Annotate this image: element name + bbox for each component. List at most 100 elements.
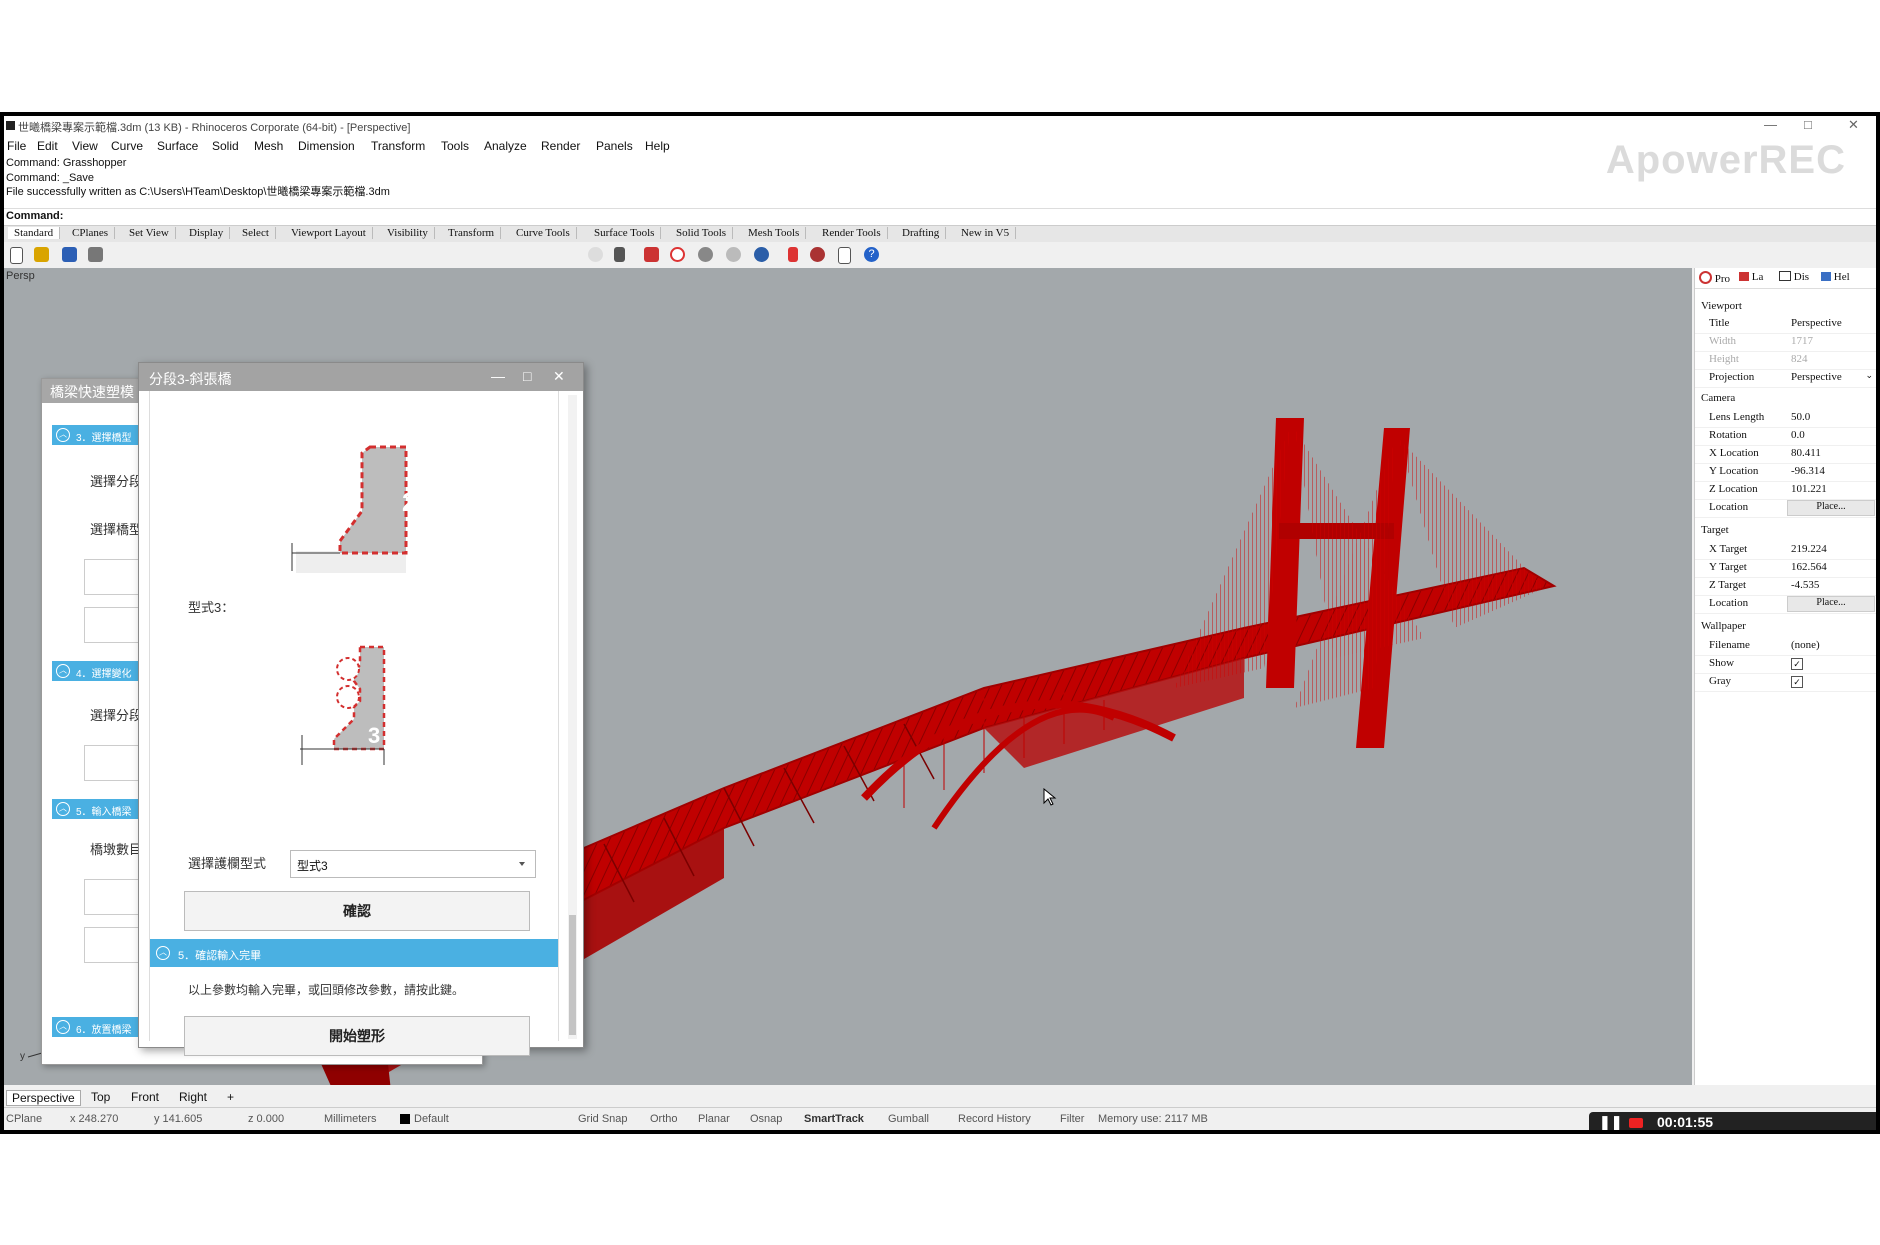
camera-place-button[interactable]: Place... [1787, 500, 1875, 516]
option-box[interactable] [84, 559, 146, 595]
minimize-button[interactable]: — [1764, 117, 1777, 132]
menu-help[interactable]: Help [645, 139, 670, 153]
prop-row-x-location[interactable]: X Location 80.411 [1695, 446, 1876, 464]
new-file-icon[interactable] [10, 247, 23, 264]
prop-row-x-target[interactable]: X Target 219.224 [1695, 542, 1876, 560]
rendered-sphere-icon[interactable] [754, 247, 769, 262]
prop-row-y-location[interactable]: Y Location -96.314 [1695, 464, 1876, 482]
prop-row-projection[interactable]: Projection Perspective ⌄ [1695, 370, 1876, 388]
layer-color-icon[interactable] [644, 247, 659, 262]
smarttrack-toggle[interactable]: SmartTrack [804, 1113, 864, 1125]
option-box[interactable] [84, 927, 146, 963]
tab-new-in-v5[interactable]: New in V5 [955, 227, 1017, 239]
tab-properties[interactable]: Pro [1699, 271, 1730, 285]
viewport-tab-right[interactable]: Right [174, 1090, 212, 1104]
menu-transform[interactable]: Transform [371, 139, 425, 153]
prop-row-filename[interactable]: Filename (none) [1695, 638, 1876, 656]
tab-cplanes[interactable]: CPlanes [66, 227, 116, 239]
option-box[interactable] [84, 607, 146, 643]
railing-type-select[interactable]: 型式3 [290, 850, 536, 878]
tab-select[interactable]: Select [236, 227, 276, 239]
prop-value[interactable]: 101.221 [1791, 483, 1827, 495]
section-header-4[interactable]: ︿ 4．選擇變化 [52, 661, 152, 681]
record-history-toggle[interactable]: Record History [958, 1113, 1031, 1125]
filter-toggle[interactable]: Filter [1060, 1113, 1084, 1125]
menu-file[interactable]: File [7, 139, 26, 153]
prop-value[interactable]: 219.224 [1791, 543, 1827, 555]
print-icon[interactable] [88, 247, 103, 262]
viewport-tab-top[interactable]: Top [86, 1090, 115, 1104]
close-dialog-button[interactable]: ✕ [553, 368, 565, 385]
command-input[interactable]: Command: [4, 208, 1876, 226]
shaded-sphere-icon[interactable] [698, 247, 713, 262]
prop-value[interactable]: 50.0 [1791, 411, 1810, 423]
pause-icon[interactable]: ❚❚ [1599, 1114, 1622, 1130]
prop-value[interactable]: (none) [1791, 639, 1820, 651]
tab-viewport-layout[interactable]: Viewport Layout [285, 227, 373, 239]
tab-set-view[interactable]: Set View [123, 227, 176, 239]
save-icon[interactable] [62, 247, 77, 262]
open-folder-icon[interactable] [34, 247, 49, 262]
gumball-toggle[interactable]: Gumball [888, 1113, 929, 1125]
menu-dimension[interactable]: Dimension [298, 139, 355, 153]
tab-transform[interactable]: Transform [442, 227, 502, 239]
lock-icon[interactable] [614, 247, 625, 262]
dialog-scrollbar[interactable] [568, 395, 577, 1039]
menu-curve[interactable]: Curve [111, 139, 143, 153]
add-viewport-tab-button[interactable]: + [222, 1090, 239, 1104]
tab-standard[interactable]: Standard [8, 227, 61, 239]
tab-display-panel[interactable]: Dis [1779, 271, 1809, 283]
prop-value[interactable]: 80.411 [1791, 447, 1821, 459]
tab-drafting[interactable]: Drafting [896, 227, 947, 239]
menu-render[interactable]: Render [541, 139, 580, 153]
tab-surface-tools[interactable]: Surface Tools [588, 227, 662, 239]
show-checkbox[interactable]: ✓ [1791, 658, 1803, 670]
planar-toggle[interactable]: Planar [698, 1113, 730, 1125]
light-bulb-icon[interactable] [588, 247, 603, 262]
menu-surface[interactable]: Surface [157, 139, 198, 153]
gray-checkbox[interactable]: ✓ [1791, 676, 1803, 688]
prop-row-title[interactable]: Title Perspective [1695, 316, 1876, 334]
section-header-5-confirm[interactable]: ︿ 5．確認輸入完畢 [150, 939, 558, 967]
viewport-tab-front[interactable]: Front [126, 1090, 164, 1104]
tab-visibility[interactable]: Visibility [381, 227, 435, 239]
tab-display[interactable]: Display [183, 227, 231, 239]
option-box[interactable] [84, 879, 146, 915]
arrow-tool-icon[interactable] [788, 247, 798, 262]
start-modeling-button[interactable]: 開始塑形 [184, 1016, 530, 1056]
section-header-6[interactable]: ︿ 6．放置橋梁 [52, 1017, 152, 1037]
render-sphere-icon[interactable] [670, 247, 685, 262]
tab-render-tools[interactable]: Render Tools [816, 227, 888, 239]
maximize-button[interactable]: □ [1804, 117, 1812, 132]
tab-mesh-tools[interactable]: Mesh Tools [742, 227, 807, 239]
chevron-down-icon[interactable]: ⌄ [1865, 370, 1873, 381]
record-stop-icon[interactable] [1629, 1118, 1643, 1128]
menu-mesh[interactable]: Mesh [254, 139, 283, 153]
help-icon[interactable]: ? [864, 247, 879, 262]
option-box[interactable] [84, 745, 146, 781]
ghosted-sphere-icon[interactable] [726, 247, 741, 262]
gear-icon[interactable] [810, 247, 825, 262]
prop-row-lens-length[interactable]: Lens Length 50.0 [1695, 410, 1876, 428]
status-layer[interactable]: Default [400, 1113, 449, 1125]
tab-layers[interactable]: La [1739, 271, 1763, 283]
prop-value[interactable]: -4.535 [1791, 579, 1819, 591]
close-button[interactable]: ✕ [1848, 117, 1859, 133]
osnap-toggle[interactable]: Osnap [750, 1113, 782, 1125]
prop-value[interactable]: -96.314 [1791, 465, 1825, 477]
projection-dropdown[interactable]: Perspective [1791, 371, 1842, 383]
menu-tools[interactable]: Tools [441, 139, 469, 153]
grid-icon[interactable] [838, 247, 851, 264]
prop-value[interactable]: 162.564 [1791, 561, 1827, 573]
section-header-3[interactable]: ︿ 3．選擇橋型 [52, 425, 152, 445]
viewport-tab-perspective[interactable]: Perspective [6, 1090, 81, 1106]
grid-snap-toggle[interactable]: Grid Snap [578, 1113, 628, 1125]
tab-help-panel[interactable]: Hel [1821, 271, 1850, 283]
prop-row-y-target[interactable]: Y Target 162.564 [1695, 560, 1876, 578]
ortho-toggle[interactable]: Ortho [650, 1113, 678, 1125]
minimize-dialog-button[interactable]: — [491, 368, 505, 384]
tab-solid-tools[interactable]: Solid Tools [670, 227, 734, 239]
tab-curve-tools[interactable]: Curve Tools [510, 227, 577, 239]
scrollbar-thumb[interactable] [569, 915, 576, 1035]
maximize-dialog-button[interactable]: □ [523, 368, 531, 384]
